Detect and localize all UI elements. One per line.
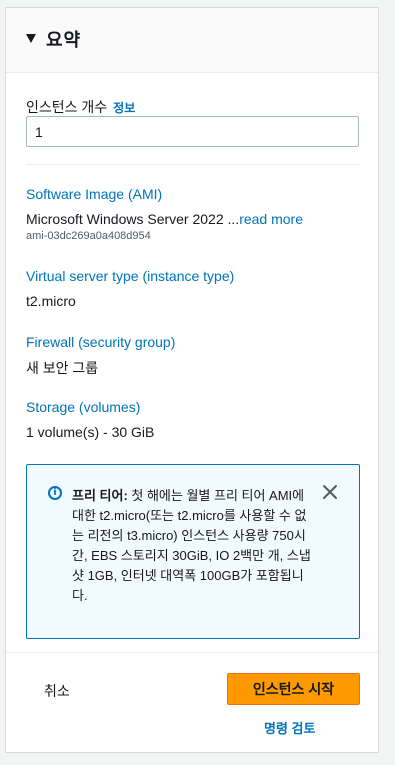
- summary-panel: 요약 인스턴스 개수 정보 Software Image (AMI) Micros…: [5, 7, 379, 753]
- info-link[interactable]: 정보: [113, 101, 135, 115]
- cancel-button[interactable]: 취소: [44, 681, 70, 701]
- close-icon[interactable]: [321, 483, 339, 501]
- free-tier-alert: i 프리 티어: 첫 해에는 월별 프리 티어 AMI에 대한 t2.micro…: [26, 464, 360, 639]
- free-tier-description: 첫 해에는 월별 프리 티어 AMI에 대한 t2.micro(또는 t2.mi…: [72, 488, 311, 603]
- read-more-link[interactable]: read more: [239, 211, 303, 227]
- summary-title: 요약: [46, 30, 82, 50]
- caret-down-icon[interactable]: [26, 34, 36, 43]
- firewall-link[interactable]: Firewall (security group): [26, 334, 175, 350]
- instance-count-label: 인스턴스 개수 정보: [26, 97, 135, 117]
- instance-count-input[interactable]: [26, 116, 359, 147]
- instance-type-link[interactable]: Virtual server type (instance type): [26, 268, 234, 284]
- software-image-link[interactable]: Software Image (AMI): [26, 186, 162, 202]
- review-commands-link[interactable]: 명령 검토: [264, 718, 315, 737]
- software-image-value: Microsoft Windows Server 2022 ...read mo…: [26, 211, 303, 227]
- storage-link[interactable]: Storage (volumes): [26, 399, 140, 415]
- firewall-value: 새 보안 그룹: [26, 360, 99, 376]
- launch-instance-button[interactable]: 인스턴스 시작: [227, 673, 360, 705]
- free-tier-title: 프리 티어:: [72, 488, 128, 503]
- software-image-name: Microsoft Windows Server 2022 ...: [26, 211, 240, 227]
- info-icon: i: [48, 486, 62, 500]
- divider: [26, 164, 360, 165]
- instance-type-value: t2.micro: [26, 293, 76, 309]
- storage-value: 1 volume(s) - 30 GiB: [26, 424, 155, 440]
- panel-footer: 취소 인스턴스 시작 명령 검토: [6, 652, 378, 752]
- instance-count-label-text: 인스턴스 개수: [26, 99, 108, 115]
- free-tier-text: 프리 티어: 첫 해에는 월별 프리 티어 AMI에 대한 t2.micro(또…: [72, 486, 312, 606]
- ami-id: ami-03dc269a0a408d954: [26, 230, 151, 242]
- summary-header[interactable]: 요약: [6, 8, 378, 73]
